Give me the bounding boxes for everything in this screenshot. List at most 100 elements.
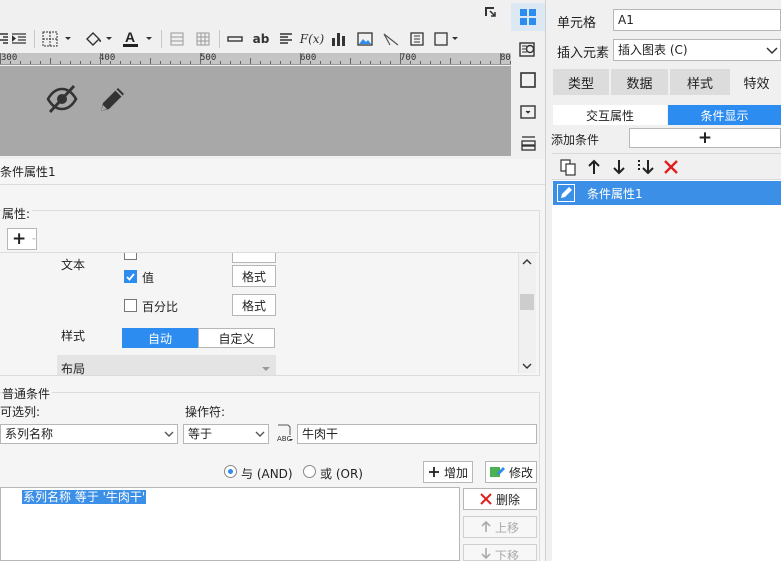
format-label: 格式 xyxy=(241,269,266,284)
ruler-minor-tick xyxy=(460,61,461,64)
text-format-icon[interactable]: ab xyxy=(251,29,271,49)
tab-label: 数据 xyxy=(626,76,653,92)
condition-text-selected[interactable]: 系列名称 等于 '牛肉干' xyxy=(22,490,147,504)
cell-name-input[interactable]: A1 xyxy=(613,9,781,31)
tab-style[interactable]: 样式 xyxy=(670,69,730,95)
ruler-minor-tick xyxy=(390,61,391,64)
style-auto-button[interactable]: 自动 xyxy=(122,328,198,348)
scrollbar[interactable] xyxy=(518,253,536,373)
hidden-eye-icon[interactable] xyxy=(45,83,79,115)
add-attribute-button[interactable]: + xyxy=(7,228,37,250)
ruler-tick: 600 xyxy=(300,53,317,63)
insert-chart-icon[interactable] xyxy=(329,29,349,49)
chevron-down-icon xyxy=(32,237,36,240)
edit-pencil-icon[interactable] xyxy=(97,83,129,115)
checkbox[interactable] xyxy=(124,253,137,260)
ruler-minor-tick xyxy=(160,61,161,64)
insert-slash-icon[interactable] xyxy=(381,29,401,49)
merge-cells-icon[interactable] xyxy=(168,29,186,49)
delete-button[interactable]: 删除 xyxy=(463,488,537,510)
move-down-label: 下移 xyxy=(494,549,519,561)
move-down-button[interactable]: 下移 xyxy=(463,544,537,561)
subtab-condition-display[interactable]: 条件显示 xyxy=(668,105,781,125)
percent-checkbox[interactable] xyxy=(124,299,137,312)
ruler-minor-tick xyxy=(180,61,181,64)
ruler-minor-tick xyxy=(280,61,281,64)
border-icon[interactable] xyxy=(41,29,73,49)
value-type-icon[interactable]: ABC xyxy=(274,423,296,445)
move-down-arrow-icon[interactable] xyxy=(611,158,627,176)
insert-subreport-icon[interactable] xyxy=(407,29,427,49)
ruler-minor-tick xyxy=(210,61,211,64)
cell-element-icon[interactable] xyxy=(511,3,545,31)
percent-format-button[interactable]: 格式 xyxy=(232,294,276,316)
condition-value-input[interactable]: 牛肉干 xyxy=(297,424,537,444)
list-item[interactable]: 条件属性1 xyxy=(553,181,781,205)
ruler-minor-tick xyxy=(220,61,221,64)
chevron-down-icon[interactable] xyxy=(160,425,177,443)
value-format-button[interactable]: 格式 xyxy=(232,265,276,287)
tab-effects[interactable]: 特效 xyxy=(732,69,781,95)
cell-attribute-icon[interactable] xyxy=(511,35,545,63)
scroll-down-icon[interactable] xyxy=(521,360,533,370)
divider xyxy=(552,153,781,154)
style-row-label: 样式 xyxy=(61,329,86,343)
insert-hyperlink-icon[interactable] xyxy=(226,29,244,49)
float-element-icon[interactable] xyxy=(511,66,545,94)
tab-data[interactable]: 数据 xyxy=(611,69,668,95)
chevron-down-icon[interactable] xyxy=(765,43,779,57)
text-row-label: 文本 xyxy=(61,258,86,272)
move-bottom-arrow-icon[interactable] xyxy=(636,158,656,176)
ruler-minor-tick xyxy=(90,61,91,64)
ruler-minor-tick xyxy=(320,61,321,64)
down-arrow-icon xyxy=(481,548,491,559)
ruler-minor-tick xyxy=(110,61,111,64)
column-select[interactable]: 系列名称 xyxy=(0,424,178,444)
insert-image-icon[interactable] xyxy=(355,29,375,49)
chevron-down-icon xyxy=(261,362,271,371)
chevron-down-icon[interactable] xyxy=(251,425,268,443)
formula-icon[interactable]: F(x) xyxy=(300,29,324,49)
delete-x-icon[interactable] xyxy=(663,159,679,175)
copy-icon[interactable] xyxy=(559,158,577,176)
ruler-minor-tick xyxy=(250,58,251,64)
scroll-up-icon[interactable] xyxy=(521,256,533,266)
and-radio[interactable] xyxy=(224,465,237,478)
value-checkbox[interactable] xyxy=(124,270,137,283)
ruler-tick: 500 xyxy=(200,53,217,63)
tab-label: 特效 xyxy=(743,76,770,92)
ruler-minor-tick xyxy=(230,61,231,64)
font-color-icon[interactable]: A xyxy=(121,29,155,49)
move-up-arrow-icon[interactable] xyxy=(586,158,602,176)
ruler-minor-tick xyxy=(430,61,431,64)
scroll-thumb[interactable] xyxy=(520,294,534,310)
widget-settings-icon[interactable] xyxy=(511,98,545,126)
ruler-minor-tick xyxy=(10,61,11,64)
or-radio[interactable] xyxy=(303,465,316,478)
align-text-icon[interactable] xyxy=(277,29,295,49)
indent-icon[interactable] xyxy=(11,29,27,49)
ruler-minor-tick xyxy=(450,58,451,64)
report-settings-icon[interactable] xyxy=(511,129,545,157)
cell-label: 单元格 xyxy=(557,16,597,31)
add-condition-button[interactable]: + xyxy=(629,128,781,148)
format-button[interactable] xyxy=(232,253,276,263)
panel-toggle-icon[interactable] xyxy=(483,5,497,19)
attribute-label: 属性: xyxy=(2,205,33,222)
move-up-button[interactable]: 上移 xyxy=(463,516,537,538)
ruler-minor-tick xyxy=(60,61,61,64)
split-cells-icon[interactable] xyxy=(194,29,212,49)
insert-element-select[interactable]: 插入图表 (C) xyxy=(613,39,781,61)
add-button[interactable]: 增加 xyxy=(423,461,473,483)
or-label: 或 (OR) xyxy=(320,467,363,481)
pencil-icon xyxy=(557,184,575,202)
tab-type[interactable]: 类型 xyxy=(553,69,609,95)
layout-row[interactable] xyxy=(57,355,276,375)
subtab-interaction[interactable]: 交互属性 xyxy=(553,105,667,125)
align-right-icon[interactable] xyxy=(0,29,8,49)
fill-color-icon[interactable] xyxy=(83,29,115,49)
modify-button[interactable]: 修改 xyxy=(485,461,537,483)
style-custom-button[interactable]: 自定义 xyxy=(198,328,275,348)
insert-float-element-icon[interactable] xyxy=(433,29,461,49)
ruler-minor-tick xyxy=(440,61,441,64)
